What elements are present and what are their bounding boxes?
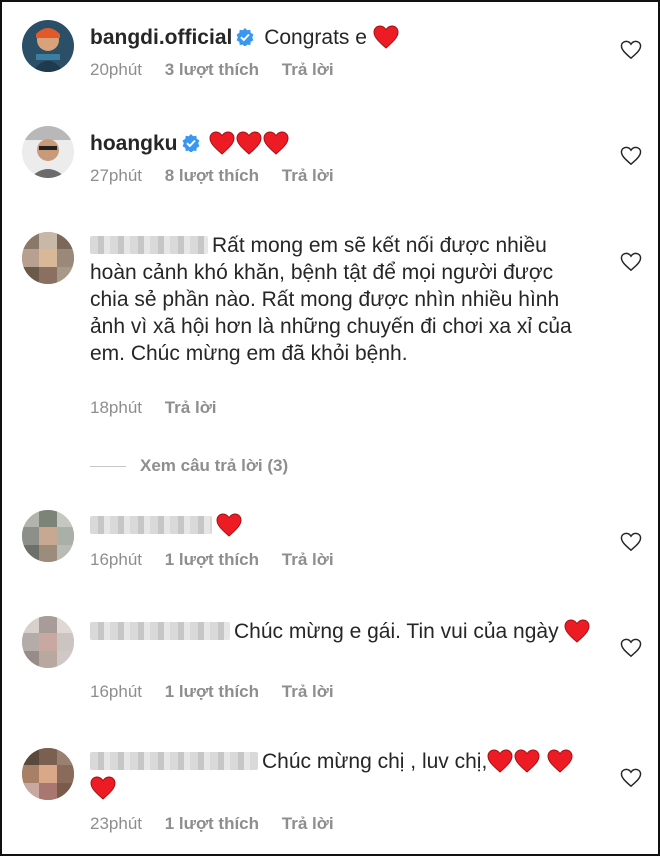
heart-emoji-icon (209, 131, 235, 155)
likes-count[interactable]: 1 lượt thích (165, 682, 259, 701)
heart-emoji-icon (514, 749, 540, 773)
verified-badge-icon (236, 26, 254, 47)
comment-time: 27phút (90, 166, 142, 185)
avatar[interactable] (22, 510, 74, 562)
divider-line (90, 466, 126, 468)
heart-emoji-icon (564, 619, 590, 643)
like-heart-icon[interactable] (620, 638, 642, 658)
comment-time: 23phút (90, 814, 142, 833)
avatar[interactable] (22, 748, 74, 800)
reply-button[interactable]: Trả lời (282, 682, 334, 701)
reply-button[interactable]: Trả lời (282, 814, 334, 833)
avatar[interactable] (22, 616, 74, 668)
likes-count[interactable]: 8 lượt thích (165, 166, 259, 185)
reply-button[interactable]: Trả lời (165, 398, 217, 417)
likes-count[interactable]: 1 lượt thích (165, 550, 259, 569)
heart-emoji-icon (373, 25, 399, 49)
comments-panel: bangdi.official Congrats e 20phút 3 lượt… (0, 0, 660, 856)
likes-count[interactable]: 1 lượt thích (165, 814, 259, 833)
heart-emoji-icon (547, 749, 573, 773)
comment-time: 16phút (90, 550, 142, 569)
reply-button[interactable]: Trả lời (282, 166, 334, 185)
avatar[interactable] (22, 232, 74, 284)
heart-emoji-icon (263, 131, 289, 155)
view-replies-label[interactable]: Xem câu trả lời (3) (140, 456, 288, 475)
like-heart-icon[interactable] (620, 40, 642, 60)
blurred-username[interactable] (90, 516, 212, 534)
blurred-username[interactable] (90, 622, 230, 640)
heart-emoji-icon (90, 776, 116, 800)
username[interactable]: hoangku (90, 132, 178, 155)
verified-badge-icon (182, 132, 200, 153)
heart-emoji-icon (216, 513, 242, 537)
username[interactable]: bangdi.official (90, 26, 232, 49)
avatar[interactable] (22, 20, 74, 72)
comment-time: 18phút (90, 398, 142, 417)
heart-emoji-icon (236, 131, 262, 155)
reply-button[interactable]: Trả lời (282, 550, 334, 569)
like-heart-icon[interactable] (620, 252, 642, 272)
comment-text: Congrats e (264, 26, 367, 49)
reply-button[interactable]: Trả lời (282, 60, 334, 79)
like-heart-icon[interactable] (620, 146, 642, 166)
comment-text: Chúc mừng chị , luv chị, (262, 750, 488, 773)
heart-emoji-icon (487, 749, 513, 773)
like-heart-icon[interactable] (620, 532, 642, 552)
blurred-username[interactable] (90, 236, 208, 254)
like-heart-icon[interactable] (620, 768, 642, 788)
avatar[interactable] (22, 126, 74, 178)
comment-time: 16phút (90, 682, 142, 701)
view-replies-button[interactable]: Xem câu trả lời (3) (90, 456, 288, 476)
comment-time: 20phút (90, 60, 142, 79)
comment-text: Chúc mừng e gái. Tin vui của ngày (234, 620, 559, 643)
blurred-username[interactable] (90, 752, 258, 770)
likes-count[interactable]: 3 lượt thích (165, 60, 259, 79)
